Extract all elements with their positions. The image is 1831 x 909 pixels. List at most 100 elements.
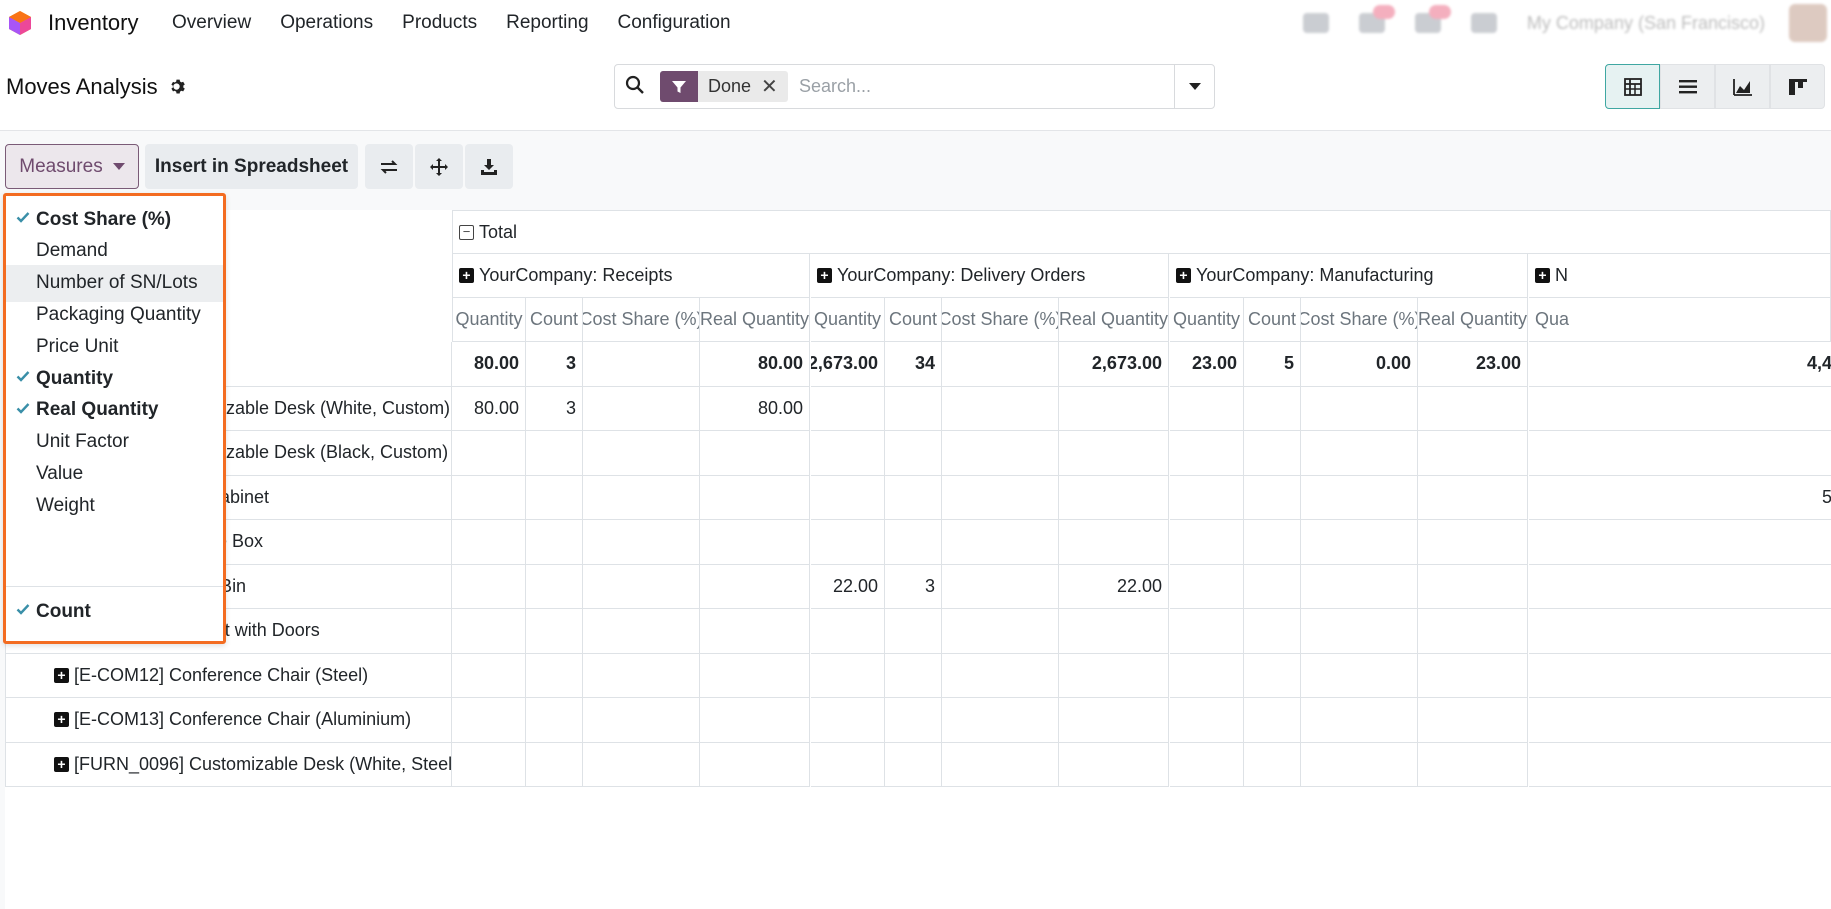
expand-all-button[interactable] [415, 144, 463, 189]
pivot-cell[interactable] [700, 431, 810, 476]
menu-reporting[interactable]: Reporting [506, 12, 588, 34]
pivot-cell[interactable] [811, 742, 885, 787]
pivot-cell[interactable]: 50 [1529, 476, 1831, 520]
pivot-header-measure[interactable]: Cost Share (%) [1301, 298, 1418, 342]
pivot-cell[interactable] [885, 475, 942, 520]
pivot-header-group[interactable]: + YourCompany: Manufacturing [1170, 254, 1528, 298]
pivot-cell[interactable] [1418, 564, 1528, 609]
pivot-cell[interactable] [811, 431, 885, 476]
search-options-toggle[interactable] [1174, 65, 1214, 108]
company-switcher[interactable]: My Company (San Francisco) [1527, 13, 1765, 34]
pivot-total-cell[interactable]: 3 [526, 342, 583, 387]
pivot-header-group[interactable]: + N [1529, 254, 1831, 298]
pivot-cell[interactable] [526, 742, 583, 787]
pivot-cell[interactable] [526, 609, 583, 654]
pivot-cell[interactable] [1418, 653, 1528, 698]
pivot-cell[interactable] [526, 475, 583, 520]
pivot-cell[interactable] [1170, 742, 1244, 787]
pivot-cell[interactable] [942, 653, 1059, 698]
pivot-cell[interactable] [885, 609, 942, 654]
pivot-cell[interactable] [452, 609, 526, 654]
pivot-cell[interactable]: 3 [1529, 698, 1831, 743]
pivot-cell[interactable] [1244, 653, 1301, 698]
pivot-header-measure[interactable]: Count [885, 298, 942, 342]
pivot-cell[interactable] [1059, 475, 1169, 520]
pivot-cell[interactable] [1170, 609, 1244, 654]
insert-spreadsheet-button[interactable]: Insert in Spreadsheet [145, 144, 358, 189]
pivot-cell[interactable] [811, 386, 885, 431]
pivot-cell[interactable] [885, 386, 942, 431]
pivot-cell[interactable] [452, 475, 526, 520]
pivot-cell[interactable] [1059, 653, 1169, 698]
pivot-cell[interactable] [583, 742, 700, 787]
pivot-cell[interactable] [811, 698, 885, 743]
pivot-cell[interactable] [526, 653, 583, 698]
pivot-cell[interactable] [942, 609, 1059, 654]
pivot-cell[interactable] [583, 520, 700, 565]
pivot-cell[interactable] [942, 475, 1059, 520]
pivot-cell[interactable] [526, 698, 583, 743]
pivot-cell[interactable] [526, 431, 583, 476]
pivot-cell[interactable] [1301, 698, 1418, 743]
pivot-header-total[interactable]: − Total [452, 210, 1831, 254]
pivot-cell[interactable] [452, 653, 526, 698]
search-icon[interactable] [625, 75, 645, 100]
search-input[interactable] [797, 71, 1177, 102]
pivot-cell[interactable]: 6 [1529, 387, 1831, 431]
measures-button[interactable]: Measures [5, 144, 139, 189]
gear-icon[interactable] [168, 78, 185, 101]
pivot-cell[interactable] [1059, 431, 1169, 476]
pivot-cell[interactable] [942, 520, 1059, 565]
pivot-header-measure[interactable]: Cost Share (%) [942, 298, 1059, 342]
pivot-header-measure[interactable]: Count [1244, 298, 1301, 342]
pivot-cell[interactable] [1301, 475, 1418, 520]
kanban-view-button[interactable] [1770, 64, 1825, 109]
pivot-cell[interactable] [700, 698, 810, 743]
pivot-cell[interactable] [583, 475, 700, 520]
pivot-cell[interactable]: 7 [1529, 431, 1831, 476]
pivot-cell[interactable] [1418, 386, 1528, 431]
pivot-cell[interactable] [452, 698, 526, 743]
debug-icon[interactable] [1302, 13, 1329, 33]
inventory-app-logo[interactable] [8, 10, 32, 36]
measure-item-count[interactable]: Count [6, 593, 223, 630]
pivot-cell[interactable] [1418, 475, 1528, 520]
pivot-header-measure[interactable]: Real Quantity [1059, 298, 1169, 342]
pivot-cell[interactable] [1244, 609, 1301, 654]
pivot-cell[interactable]: 4 [1529, 743, 1831, 787]
pivot-cell[interactable] [700, 653, 810, 698]
pivot-cell[interactable] [1170, 653, 1244, 698]
chat-icon[interactable] [1358, 5, 1395, 33]
menu-overview[interactable]: Overview [172, 12, 251, 34]
pivot-cell[interactable] [1170, 564, 1244, 609]
pivot-header-measure[interactable]: Qua [1529, 298, 1831, 342]
download-button[interactable] [465, 144, 513, 189]
pivot-total-cell[interactable]: 23.00 [1170, 342, 1244, 387]
pivot-cell[interactable] [1301, 564, 1418, 609]
pivot-cell[interactable] [1059, 698, 1169, 743]
pivot-cell[interactable] [1170, 431, 1244, 476]
pivot-cell[interactable] [885, 653, 942, 698]
pivot-cell[interactable] [452, 564, 526, 609]
pivot-cell[interactable] [583, 386, 700, 431]
pivot-row-header[interactable]: + [E-COM13] Conference Chair (Aluminium) [5, 698, 452, 743]
pivot-cell[interactable]: 2 [1529, 565, 1831, 609]
pivot-cell[interactable] [1301, 742, 1418, 787]
pivot-cell[interactable] [583, 564, 700, 609]
pivot-cell[interactable] [1418, 609, 1528, 654]
pivot-cell[interactable] [811, 609, 885, 654]
pivot-cell[interactable] [811, 475, 885, 520]
pivot-total-cell[interactable]: 80.00 [700, 342, 810, 387]
pivot-header-measure[interactable]: Cost Share (%) [583, 298, 700, 342]
pivot-cell[interactable]: 1 [1529, 520, 1831, 565]
pivot-cell[interactable] [885, 431, 942, 476]
pivot-cell[interactable] [1059, 742, 1169, 787]
pivot-cell[interactable] [1244, 564, 1301, 609]
pivot-cell[interactable] [885, 698, 942, 743]
close-icon[interactable]: ✕ [761, 74, 788, 99]
pivot-cell[interactable] [1301, 386, 1418, 431]
pivot-cell[interactable] [1418, 520, 1528, 565]
pivot-cell[interactable] [583, 431, 700, 476]
pivot-total-cell[interactable] [942, 342, 1059, 387]
pivot-cell[interactable] [700, 742, 810, 787]
